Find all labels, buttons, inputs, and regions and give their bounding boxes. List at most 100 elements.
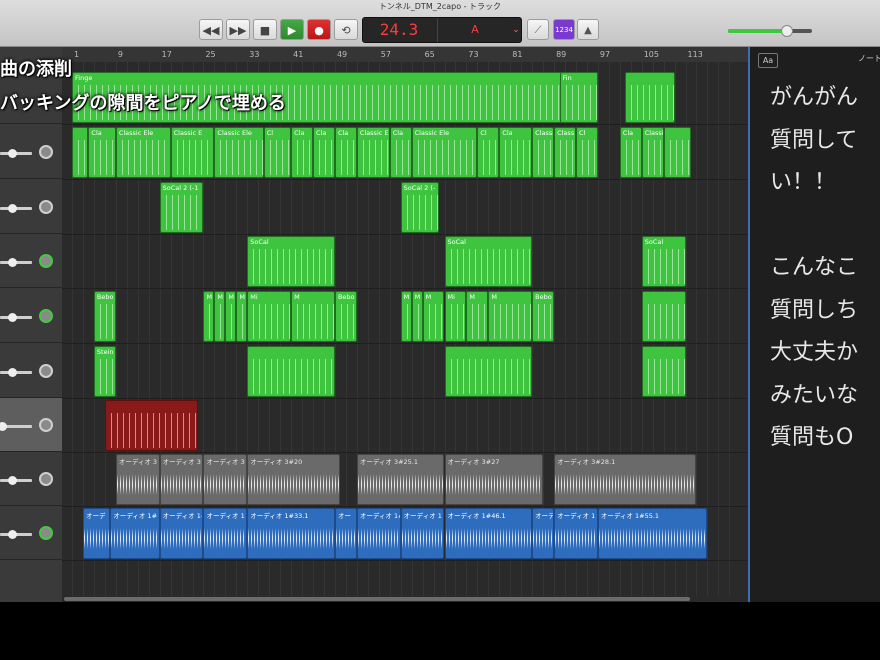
- midi-region[interactable]: SoCal: [641, 236, 686, 287]
- scrollbar-thumb[interactable]: [64, 597, 690, 601]
- audio-region[interactable]: オーディオ 3: [203, 454, 248, 505]
- tuner-icon[interactable]: ⟋: [527, 19, 549, 40]
- midi-region[interactable]: M: [203, 291, 215, 342]
- chevron-down-icon[interactable]: ⌄: [511, 18, 521, 42]
- slider-knob[interactable]: [8, 368, 17, 377]
- midi-region[interactable]: Cla: [88, 127, 116, 178]
- audio-region[interactable]: オーディオ 1#: [356, 508, 401, 559]
- track-volume-slider[interactable]: [0, 368, 32, 377]
- record-button[interactable]: ●: [307, 19, 331, 40]
- midi-region[interactable]: SoCal: [444, 236, 533, 287]
- midi-region[interactable]: M: [291, 291, 335, 342]
- audio-region[interactable]: オーディオ 1: [400, 508, 445, 559]
- track-header[interactable]: [0, 234, 62, 288]
- track-volume-slider[interactable]: [0, 476, 32, 485]
- slider-knob[interactable]: [8, 149, 17, 158]
- lcd-display[interactable]: 24.3 A ⌄: [362, 17, 522, 43]
- midi-region[interactable]: Cla: [313, 127, 335, 178]
- midi-region[interactable]: M: [400, 291, 412, 342]
- audio-region[interactable]: オーディオ 3: [159, 454, 204, 505]
- midi-region[interactable]: Bebo: [93, 291, 116, 342]
- audio-region[interactable]: オーデ: [82, 508, 111, 559]
- audio-region[interactable]: オーディオ 1#: [159, 508, 204, 559]
- midi-region[interactable]: [444, 346, 533, 397]
- audio-region[interactable]: オーディオ 1: [554, 508, 598, 559]
- count-in-button[interactable]: 1234: [553, 19, 575, 40]
- midi-region[interactable]: Mi: [247, 291, 292, 342]
- midi-region[interactable]: Mi: [444, 291, 467, 342]
- midi-region[interactable]: [641, 291, 686, 342]
- audio-region[interactable]: オーディオ 1#46.1: [444, 508, 533, 559]
- midi-region[interactable]: [247, 346, 335, 397]
- audio-region[interactable]: オーディオ 3#20: [247, 454, 341, 505]
- pan-knob[interactable]: [39, 526, 53, 540]
- midi-region[interactable]: Classic E: [170, 127, 215, 178]
- track-header[interactable]: [0, 289, 62, 343]
- track-header[interactable]: [0, 398, 62, 452]
- midi-region[interactable]: Classic E: [356, 127, 390, 178]
- track-header[interactable]: [0, 344, 62, 398]
- midi-region[interactable]: [625, 72, 675, 123]
- midi-region[interactable]: Cla: [334, 127, 357, 178]
- midi-region[interactable]: M: [422, 291, 445, 342]
- metronome-icon[interactable]: ▲: [577, 19, 599, 40]
- audio-region[interactable]: オーディオ 1: [203, 508, 248, 559]
- audio-region[interactable]: オー: [334, 508, 357, 559]
- notepad-font-button[interactable]: Aa: [758, 53, 778, 68]
- midi-region[interactable]: [104, 400, 198, 451]
- pan-knob[interactable]: [39, 472, 53, 486]
- midi-region[interactable]: M: [225, 291, 237, 342]
- fast-forward-button[interactable]: ▶▶: [226, 19, 250, 40]
- audio-region[interactable]: オーディオ 3: [115, 454, 160, 505]
- track-volume-slider[interactable]: [0, 313, 32, 322]
- midi-region[interactable]: M: [411, 291, 423, 342]
- tracks-area[interactable]: Finge Fin Cla Classic Ele Classic E Classic E…: [62, 62, 748, 596]
- cycle-button[interactable]: ⟲: [334, 19, 358, 40]
- midi-region[interactable]: SoCal 2 (-: [400, 182, 440, 233]
- track-volume-slider[interactable]: [0, 422, 32, 431]
- pan-knob[interactable]: [39, 145, 53, 159]
- midi-region[interactable]: Cl: [263, 127, 292, 178]
- midi-region[interactable]: Classic Ele: [411, 127, 478, 178]
- midi-region[interactable]: Cla: [389, 127, 412, 178]
- audio-region[interactable]: オーディオ 1#55.1: [597, 508, 708, 559]
- midi-region[interactable]: Classi: [532, 127, 555, 178]
- midi-region[interactable]: SoCal 2 (-1: [159, 182, 204, 233]
- slider-knob[interactable]: [8, 313, 17, 322]
- notepad-tab[interactable]: ノート: [858, 53, 880, 64]
- master-volume-slider[interactable]: [728, 25, 812, 37]
- pan-knob[interactable]: [39, 364, 53, 378]
- master-volume-knob[interactable]: [780, 25, 793, 37]
- midi-region[interactable]: [641, 346, 686, 397]
- track-header[interactable]: [0, 180, 62, 234]
- timeline-ruler[interactable]: 1 9 17 25 33 41 49 57 65 73 81 89 97 105 113: [62, 47, 772, 63]
- midi-region[interactable]: M: [466, 291, 489, 342]
- slider-knob[interactable]: [0, 422, 7, 431]
- midi-region[interactable]: SoCal: [247, 236, 335, 287]
- audio-region[interactable]: オーディオ 3#27: [444, 454, 544, 505]
- midi-region[interactable]: M: [236, 291, 248, 342]
- track-header[interactable]: [0, 452, 62, 506]
- rewind-button[interactable]: ◀◀: [199, 19, 223, 40]
- midi-region[interactable]: [72, 127, 89, 178]
- audio-region[interactable]: オーディオ 1#: [110, 508, 160, 559]
- midi-region[interactable]: Classic Ele: [214, 127, 264, 178]
- track-header[interactable]: [0, 506, 62, 560]
- midi-region[interactable]: Cl: [477, 127, 500, 178]
- midi-region[interactable]: M: [488, 291, 533, 342]
- audio-region[interactable]: オーディオ 3#28.1: [554, 454, 697, 505]
- pan-knob[interactable]: [39, 418, 53, 432]
- track-header[interactable]: [0, 125, 62, 179]
- midi-region[interactable]: Cla: [499, 127, 533, 178]
- midi-region[interactable]: Bebo: [334, 291, 357, 342]
- track-volume-slider[interactable]: [0, 530, 32, 539]
- track-volume-slider[interactable]: [0, 258, 32, 267]
- midi-region[interactable]: Classic Ele: [641, 127, 664, 178]
- audio-region[interactable]: オーディオ 1#33.1: [247, 508, 335, 559]
- midi-region[interactable]: Class: [554, 127, 576, 178]
- slider-knob[interactable]: [8, 258, 17, 267]
- midi-region[interactable]: Cla: [619, 127, 642, 178]
- slider-knob[interactable]: [8, 476, 17, 485]
- track-volume-slider[interactable]: [0, 149, 32, 158]
- slider-knob[interactable]: [8, 530, 17, 539]
